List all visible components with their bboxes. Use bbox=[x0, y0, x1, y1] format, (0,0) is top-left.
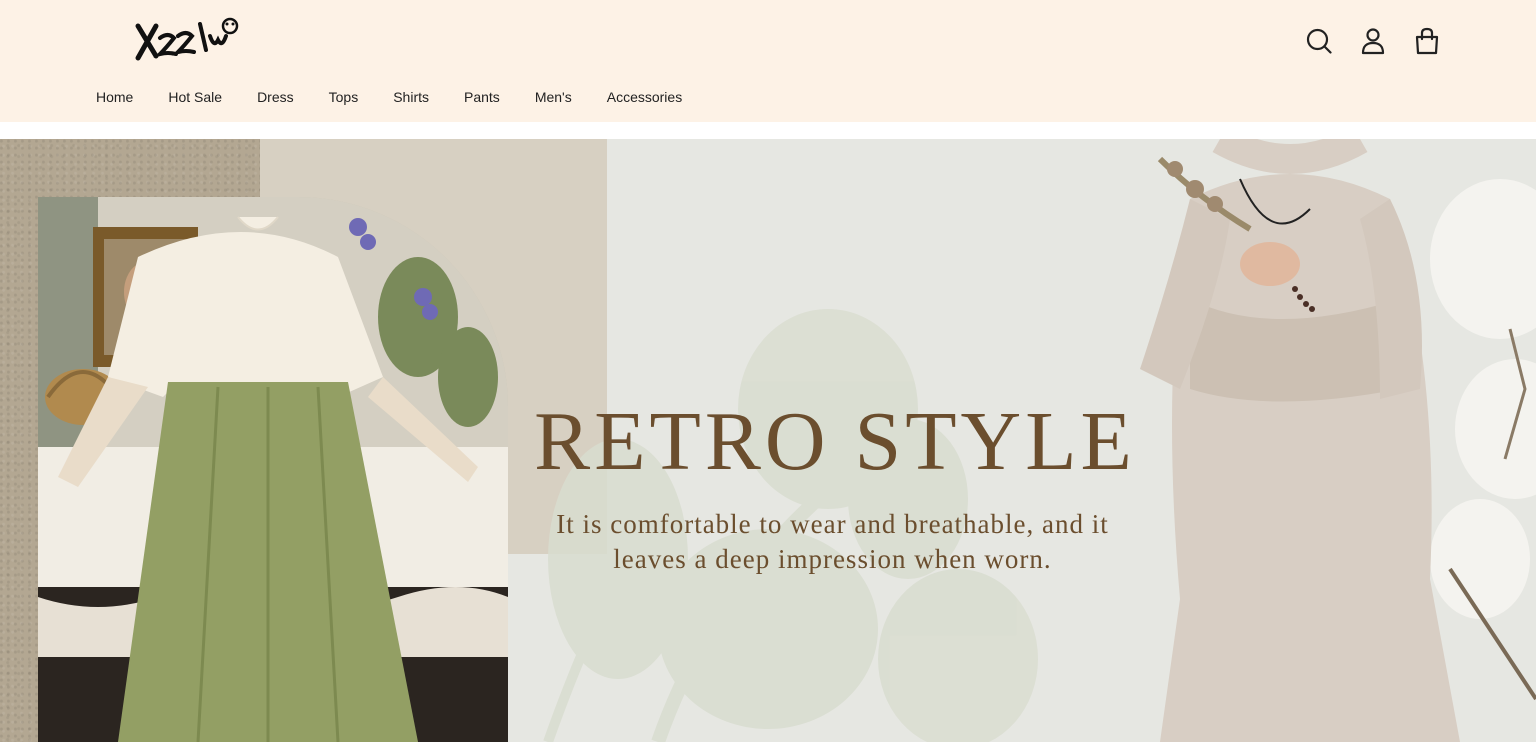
header-actions bbox=[1306, 27, 1440, 55]
main-nav: Home Hot Sale Dress Tops Shirts Pants Me… bbox=[96, 87, 717, 107]
site-header: Home Hot Sale Dress Tops Shirts Pants Me… bbox=[0, 0, 1536, 122]
hero-title: RETRO STYLE bbox=[534, 395, 1136, 488]
model-green-skirt-illustration bbox=[38, 197, 508, 742]
nav-item-dress[interactable]: Dress bbox=[257, 87, 294, 107]
brand-logo bbox=[135, 17, 239, 61]
nav-item-hot-sale[interactable]: Hot Sale bbox=[168, 87, 222, 107]
shopping-bag-icon[interactable] bbox=[1414, 27, 1440, 55]
hero-model-photo-left bbox=[38, 197, 508, 742]
nav-item-shirts[interactable]: Shirts bbox=[393, 87, 429, 107]
nav-item-pants[interactable]: Pants bbox=[464, 87, 500, 107]
search-icon[interactable] bbox=[1306, 27, 1332, 55]
nav-item-accessories[interactable]: Accessories bbox=[607, 87, 682, 107]
account-icon[interactable] bbox=[1360, 27, 1386, 55]
hero-banner[interactable]: RETRO STYLE It is comfortable to wear an… bbox=[0, 139, 1536, 742]
hero-subtitle: It is comfortable to wear and breathable… bbox=[556, 509, 1109, 574]
nav-item-home[interactable]: Home bbox=[96, 87, 133, 107]
nav-item-mens[interactable]: Men's bbox=[535, 87, 572, 107]
nav-item-tops[interactable]: Tops bbox=[329, 87, 359, 107]
